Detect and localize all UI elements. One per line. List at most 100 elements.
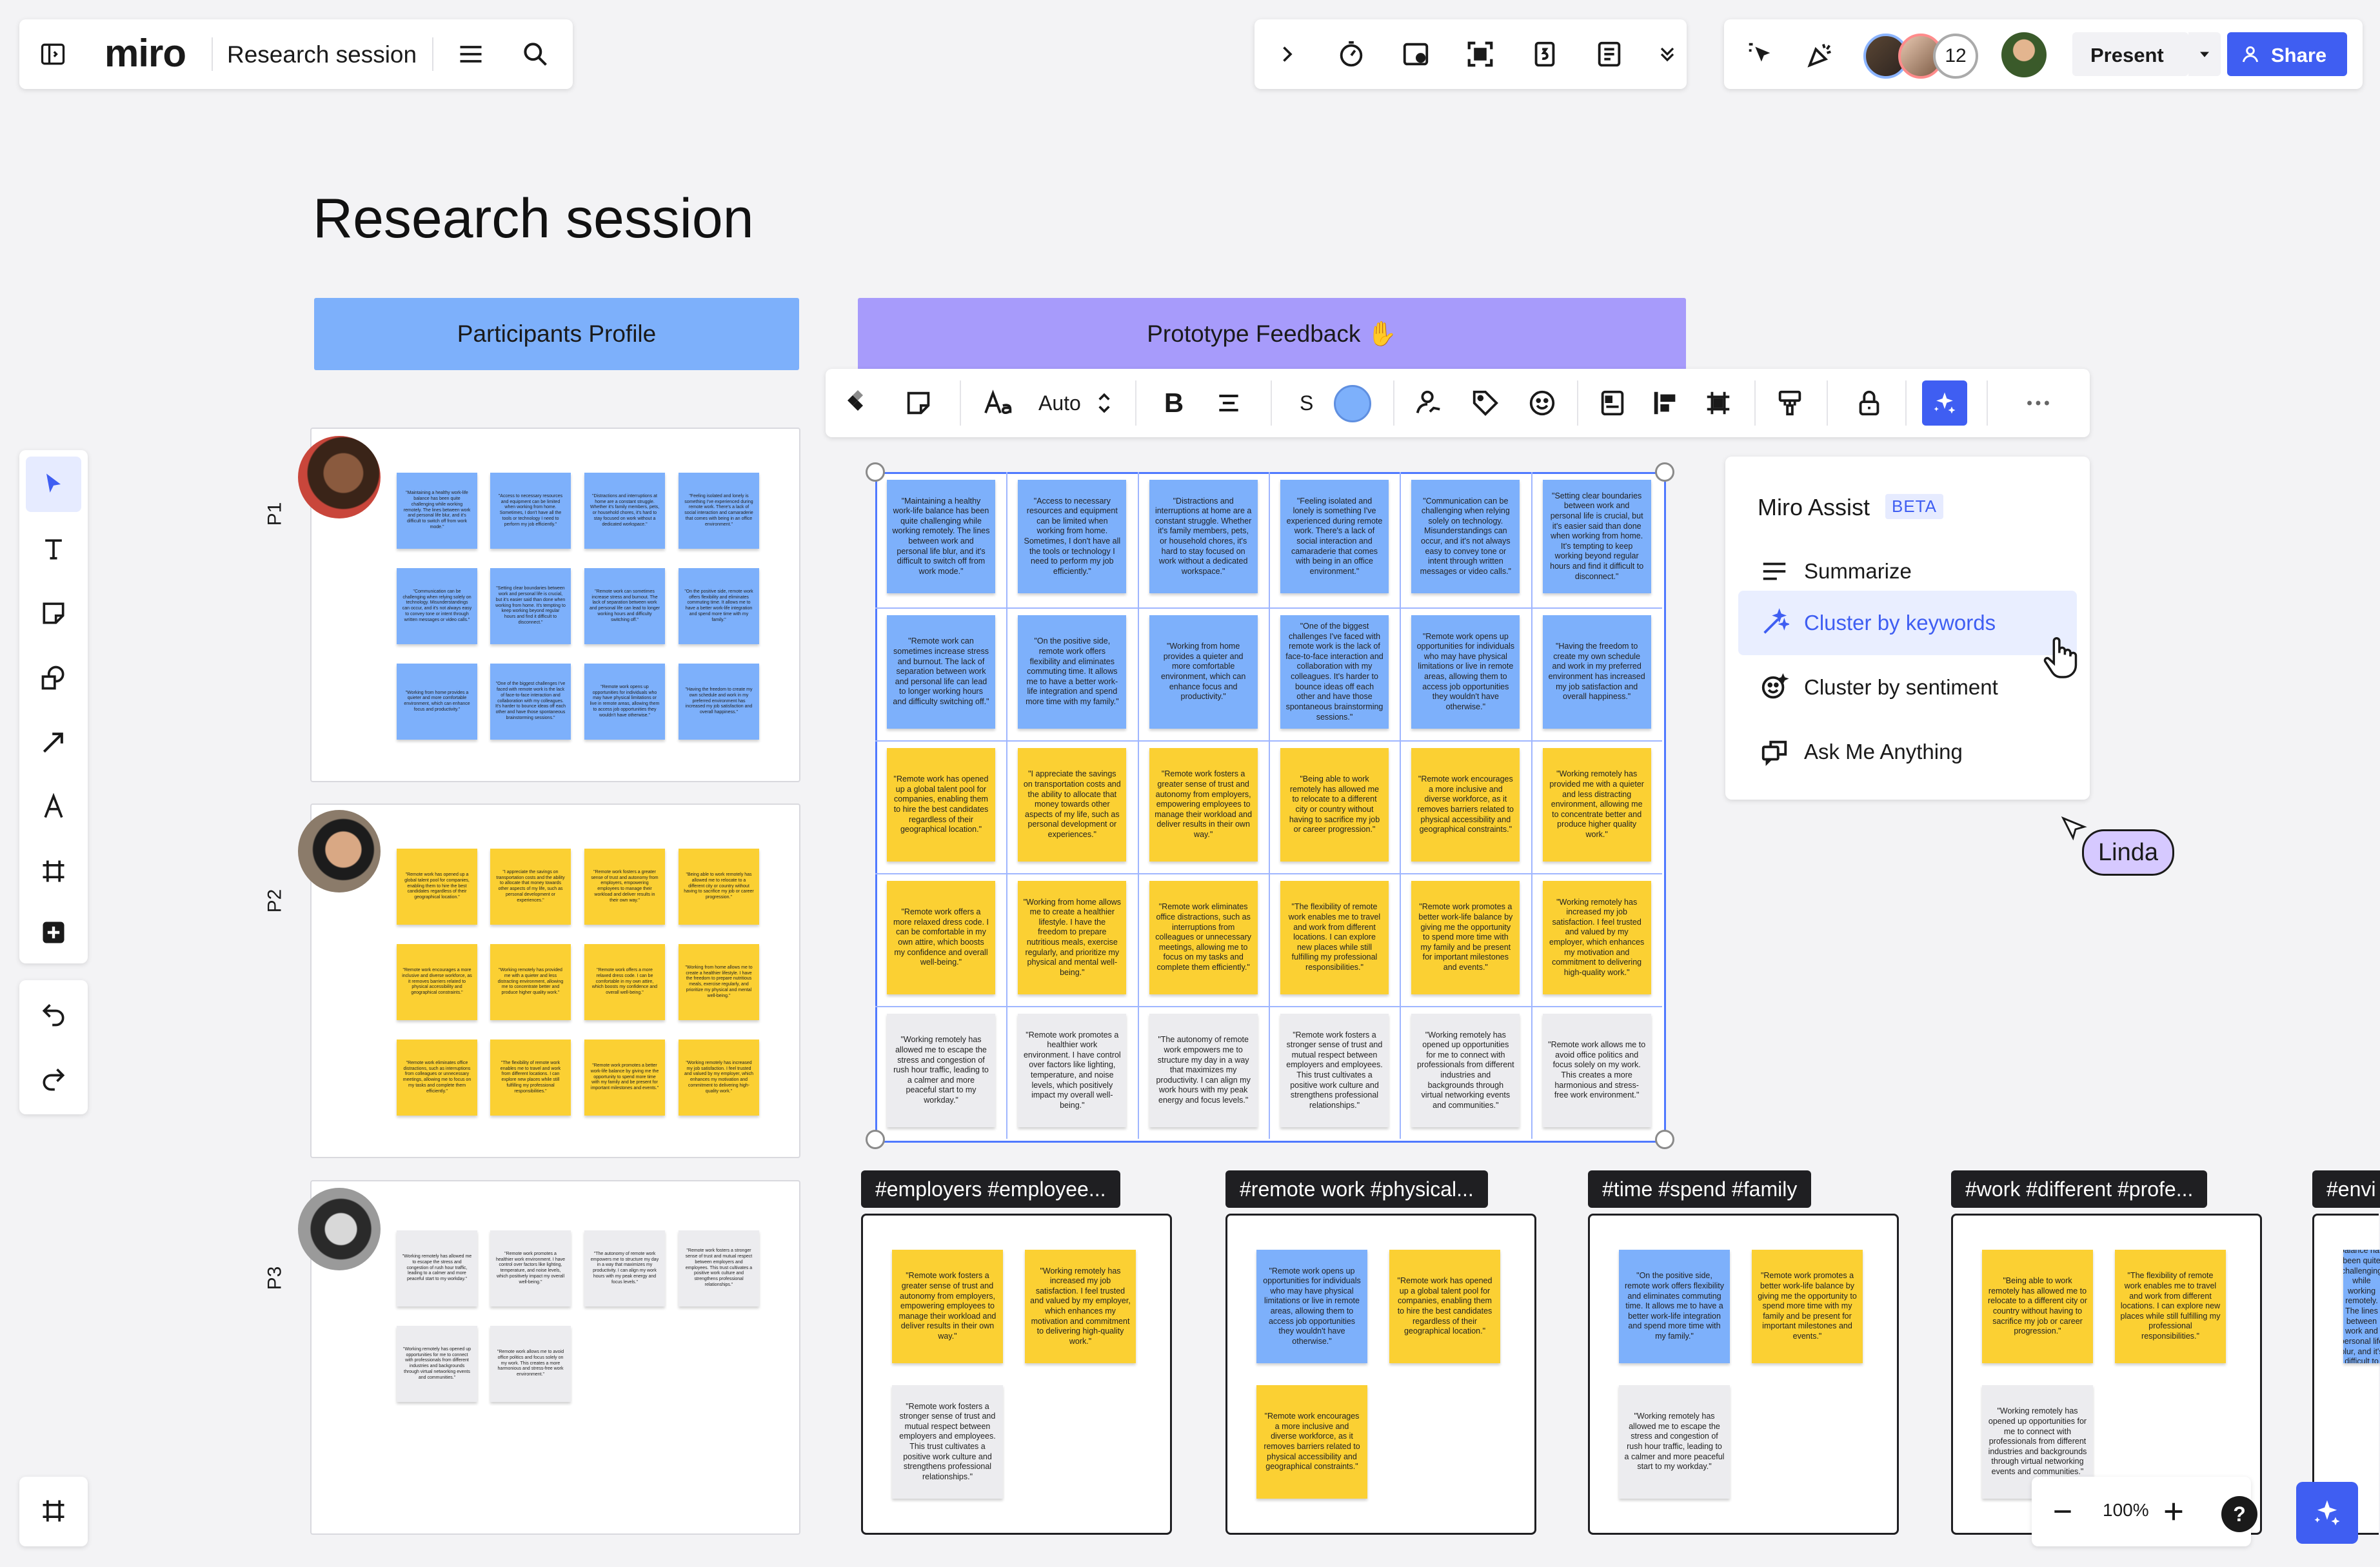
sticky-note[interactable]: "On the positive side, remote work offer… [679,568,759,644]
redo-icon[interactable] [26,1051,81,1107]
section-header-feedback[interactable]: Prototype Feedback ✋ [858,298,1686,370]
card-icon[interactable] [1593,384,1632,422]
selection-handle[interactable] [866,1130,885,1149]
sticky-note[interactable]: "Working remotely has provided me with a… [490,944,571,1020]
format-painter-icon[interactable] [1770,384,1809,422]
sticky-note[interactable]: "Remote work offers a more relaxed dress… [887,881,995,994]
assign-icon[interactable] [1409,384,1448,422]
sticky-note[interactable]: "Remote work offers a more relaxed dress… [584,944,665,1020]
sticky-note[interactable]: "Working remotely has allowed me to esca… [887,1014,995,1127]
zoom-in-icon[interactable] [2154,1492,2193,1531]
shapes-tool-icon[interactable] [26,650,81,705]
sticky-note[interactable]: "Remote work has opened up a global tale… [887,748,995,862]
sticky-note[interactable]: "Remote work opens up opportunities for … [1411,615,1520,729]
sticky-note[interactable]: "On the positive side, remote work offer… [1619,1250,1730,1363]
cluster-tag[interactable]: #time #spend #family [1588,1170,1812,1208]
double-chevron-down-icon[interactable] [1654,35,1680,74]
sticky-note[interactable]: "Remote work can sometimes increase stre… [584,568,665,644]
sticky-note[interactable]: "Working remotely has increased my job s… [679,1040,759,1116]
select-tool-icon[interactable] [26,457,81,512]
sticky-note[interactable]: "Communication can be challenging when r… [1411,480,1520,593]
text-tool-icon[interactable] [26,521,81,577]
ai-assist-icon[interactable] [1922,380,1967,426]
sticky-note[interactable]: "The flexibility of remote work enables … [1280,881,1389,994]
menu-icon[interactable] [451,35,490,74]
font-size-value[interactable]: Auto [1038,391,1081,415]
sticky-note[interactable]: "Maintaining a healthy work-life balance… [887,480,995,593]
sticky-note[interactable]: "Working from home provides a quieter an… [1149,615,1258,729]
sticky-note[interactable]: "Remote work encourages a more inclusive… [397,944,477,1020]
sticky-note[interactable]: "Being able to work remotely has allowed… [1280,748,1389,862]
reaction-icon[interactable] [1523,384,1562,422]
cluster-tag[interactable]: #envi [2312,1170,2380,1208]
stepper-icon[interactable] [1091,384,1117,422]
notes-icon[interactable] [1590,35,1629,74]
sticky-note[interactable]: "Remote work opens up opportunities for … [584,664,665,740]
cluster-tag[interactable]: #remote work #physical... [1225,1170,1488,1208]
sticky-note[interactable]: "I appreciate the savings on transportat… [490,849,571,925]
sticky-note[interactable]: "One of the biggest challenges I've face… [490,664,571,740]
sticky-note[interactable]: "Remote work has opened up a global tale… [397,849,477,925]
sticky-note[interactable]: "Working remotely has increased my job s… [1542,881,1651,994]
sticky-note[interactable]: "Remote work fosters a greater sense of … [892,1250,1003,1363]
sticky-note[interactable]: "Remote work promotes a better work-life… [1752,1250,1863,1363]
celebrate-icon[interactable] [1801,35,1840,74]
sticky-note[interactable]: "Remote work fosters a stronger sense of… [1280,1014,1389,1127]
more-options-icon[interactable] [2012,384,2064,422]
tag-icon[interactable] [1466,384,1505,422]
section-header-participants[interactable]: Participants Profile [314,298,799,370]
undo-icon[interactable] [26,987,81,1042]
frame-tool-icon[interactable] [26,843,81,899]
bold-icon[interactable]: B [1155,384,1193,422]
sticky-note-tool-icon[interactable] [26,586,81,641]
board-title[interactable]: Research session [227,41,417,68]
sticky-note[interactable]: "The autonomy of remote work empowers me… [584,1230,665,1306]
sidebar-toggle-icon[interactable] [34,35,72,74]
sticky-note[interactable]: "On the positive side, remote work offer… [1018,615,1127,729]
miro-logo[interactable]: miro [104,31,186,75]
sticky-note[interactable]: "Working from home provides a quieter an… [397,664,477,740]
focus-frame-icon[interactable] [1461,35,1500,74]
sticky-note[interactable]: "Remote work can sometimes increase stre… [887,615,995,729]
sticky-note[interactable]: "Remote work allows me to avoid office p… [490,1326,571,1402]
add-more-icon[interactable] [26,905,81,960]
align-icon[interactable] [1646,384,1685,422]
selection-handle[interactable] [1655,462,1674,482]
sticky-note[interactable]: "Working remotely has provided me with a… [1542,748,1651,862]
sticky-note[interactable]: "Feeling isolated and lonely is somethin… [679,473,759,549]
sticky-note[interactable]: "Feeling isolated and lonely is somethin… [1280,480,1389,593]
participant-count-badge[interactable]: 12 [1933,34,1978,79]
sticky-note[interactable]: "Remote work fosters a greater sense of … [1149,748,1258,862]
sticky-note[interactable]: "Working remotely has increased my job s… [1025,1250,1136,1363]
sticky-note[interactable]: "Setting clear boundaries between work a… [1542,480,1651,593]
sticky-note[interactable]: "Access to necessary resources and equip… [1018,480,1127,593]
align-center-icon[interactable] [1209,384,1248,422]
shape-size-value[interactable]: S [1300,391,1313,415]
sticky-note[interactable]: "Remote work eliminates office distracti… [1149,881,1258,994]
sticky-note[interactable]: "Remote work opens up opportunities for … [1256,1250,1367,1363]
sticky-note[interactable]: "Communication can be challenging when r… [397,568,477,644]
pen-tool-icon[interactable] [26,779,81,834]
cluster-tag[interactable]: #work #different #profe... [1951,1170,2208,1208]
sticky-note[interactable]: "Remote work promotes a better work-life… [584,1040,665,1116]
sticky-note[interactable]: "Working remotely has opened up opportun… [1411,1014,1520,1127]
ai-sparkle-button[interactable] [2296,1482,2358,1544]
search-icon[interactable] [516,35,555,74]
zoom-level[interactable]: 100% [2103,1500,2149,1521]
sticky-note[interactable]: "The flexibility of remote work enables … [490,1040,571,1116]
sticky-note[interactable]: "Setting clear boundaries between work a… [490,568,571,644]
sticky-note[interactable]: "The autonomy of remote work empowers me… [1149,1014,1258,1127]
chevron-right-icon[interactable] [1267,35,1306,74]
sticky-note[interactable]: "Remote work promotes a healthier work e… [1018,1014,1127,1127]
sticky-note[interactable]: "Remote work promotes a better work-life… [1411,881,1520,994]
board-heading[interactable]: Research session [313,187,754,251]
video-chat-icon[interactable] [1396,35,1435,74]
sticky-note[interactable]: "Working remotely has allowed me to esca… [1619,1385,1730,1499]
timer-icon[interactable] [1332,35,1371,74]
sticky-note[interactable]: "Distractions and interruptions at home … [1149,480,1258,593]
sticky-note[interactable]: "Access to necessary resources and equip… [490,473,571,549]
current-user-avatar[interactable] [2001,32,2047,77]
cursor-follow-icon[interactable] [1741,35,1780,74]
cluster-tag[interactable]: #employers #employee... [861,1170,1120,1208]
help-button[interactable]: ? [2221,1496,2257,1532]
